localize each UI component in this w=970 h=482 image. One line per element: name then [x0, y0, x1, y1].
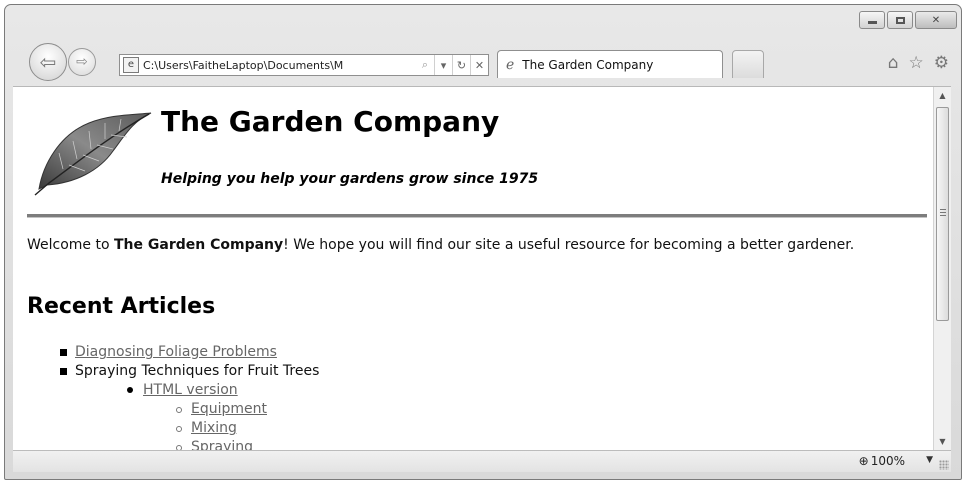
- search-icon[interactable]: ⌕: [416, 55, 434, 75]
- back-button[interactable]: ⇦: [29, 43, 67, 81]
- html-version-link[interactable]: HTML version: [143, 382, 238, 398]
- recent-articles-list: Diagnosing Foliage Problems Spraying Tec…: [53, 343, 319, 450]
- back-arrow-icon: ⇦: [39, 50, 57, 74]
- address-bar[interactable]: e C:\Users\FaitheLaptop\Documents\M ⌕ ▾ …: [119, 54, 489, 76]
- list-item: HTML version Equipment Mixing Spraying: [121, 381, 319, 450]
- spraying-link[interactable]: Spraying: [191, 439, 253, 450]
- window-controls: ✕: [857, 11, 957, 29]
- stop-icon[interactable]: ✕: [470, 55, 488, 75]
- navigation-bar: ⇦ ⇨ e C:\Users\FaitheLaptop\Documents\M …: [5, 33, 961, 93]
- tools-gear-icon[interactable]: ⚙: [934, 53, 949, 73]
- page-viewport: The Garden Company Helping you help your…: [13, 86, 951, 450]
- close-icon: ✕: [931, 14, 941, 26]
- spraying-sublist: HTML version Equipment Mixing Spraying: [75, 381, 319, 450]
- close-button[interactable]: ✕: [915, 11, 957, 29]
- site-title: The Garden Company: [161, 105, 500, 138]
- maximize-button[interactable]: [887, 11, 913, 29]
- web-page: The Garden Company Helping you help your…: [13, 87, 933, 450]
- status-bar: ⊕ 100% ▼: [13, 450, 951, 472]
- article-link-diagnosing-foliage[interactable]: Diagnosing Foliage Problems: [75, 344, 277, 360]
- square-bullet-icon: [60, 349, 67, 356]
- home-icon[interactable]: ⌂: [888, 53, 899, 73]
- minimize-icon: [867, 21, 877, 24]
- list-item: Mixing: [169, 419, 319, 438]
- leaf-logo: [34, 112, 152, 196]
- scrollbar-thumb[interactable]: [936, 107, 949, 321]
- zoom-level: 100%: [870, 454, 905, 468]
- recent-articles-heading: Recent Articles: [27, 294, 216, 319]
- maximize-icon: [895, 16, 905, 24]
- disc-bullet-icon: [127, 387, 133, 393]
- horizontal-rule: [27, 214, 927, 218]
- list-item: Spraying Techniques for Fruit Trees HTML…: [53, 362, 319, 450]
- new-tab-button[interactable]: [732, 50, 764, 78]
- minimize-button[interactable]: [859, 11, 885, 29]
- list-item: Equipment: [169, 400, 319, 419]
- list-item: Spraying: [169, 438, 319, 450]
- forward-button[interactable]: ⇨: [68, 48, 96, 76]
- circle-bullet-icon: [176, 426, 182, 432]
- welcome-company-name: The Garden Company: [114, 237, 284, 253]
- welcome-suffix: ! We hope you will find our site a usefu…: [283, 237, 855, 253]
- resize-grip-icon[interactable]: [939, 460, 949, 470]
- site-tagline: Helping you help your gardens grow since…: [161, 171, 539, 187]
- welcome-prefix: Welcome to: [27, 237, 114, 253]
- mixing-link[interactable]: Mixing: [191, 420, 237, 436]
- address-tools: ⌕ ▾ ↻ ✕: [416, 55, 488, 75]
- zoom-control[interactable]: ⊕ 100%: [859, 454, 905, 468]
- refresh-icon[interactable]: ↻: [452, 55, 470, 75]
- tab-garden-company[interactable]: ℯ The Garden Company: [497, 50, 723, 78]
- scrollbar-grip-icon: [940, 209, 946, 216]
- page-icon: e: [123, 57, 139, 73]
- ie-icon: ℯ: [506, 56, 515, 73]
- scroll-down-icon[interactable]: ▼: [934, 433, 951, 450]
- square-bullet-icon: [60, 368, 67, 375]
- zoom-dropdown-icon[interactable]: ▼: [926, 455, 933, 465]
- circle-bullet-icon: [176, 407, 182, 413]
- list-item: Diagnosing Foliage Problems: [53, 343, 319, 362]
- browser-toolbar-icons: ⌂ ☆ ⚙: [888, 53, 949, 73]
- scroll-up-icon[interactable]: ▲: [934, 87, 951, 105]
- equipment-link[interactable]: Equipment: [191, 401, 267, 417]
- favorites-star-icon[interactable]: ☆: [909, 53, 924, 73]
- html-version-sublist: Equipment Mixing Spraying: [143, 400, 319, 450]
- tab-title: The Garden Company: [522, 57, 654, 72]
- forward-arrow-icon: ⇨: [76, 54, 88, 70]
- welcome-paragraph: Welcome to The Garden Company! We hope y…: [27, 236, 907, 254]
- article-title-spraying: Spraying Techniques for Fruit Trees: [75, 363, 320, 379]
- zoom-icon: ⊕: [858, 454, 869, 468]
- address-text[interactable]: C:\Users\FaitheLaptop\Documents\M: [143, 59, 416, 72]
- address-dropdown-icon[interactable]: ▾: [434, 55, 452, 75]
- vertical-scrollbar[interactable]: ▲ ▼: [933, 87, 951, 450]
